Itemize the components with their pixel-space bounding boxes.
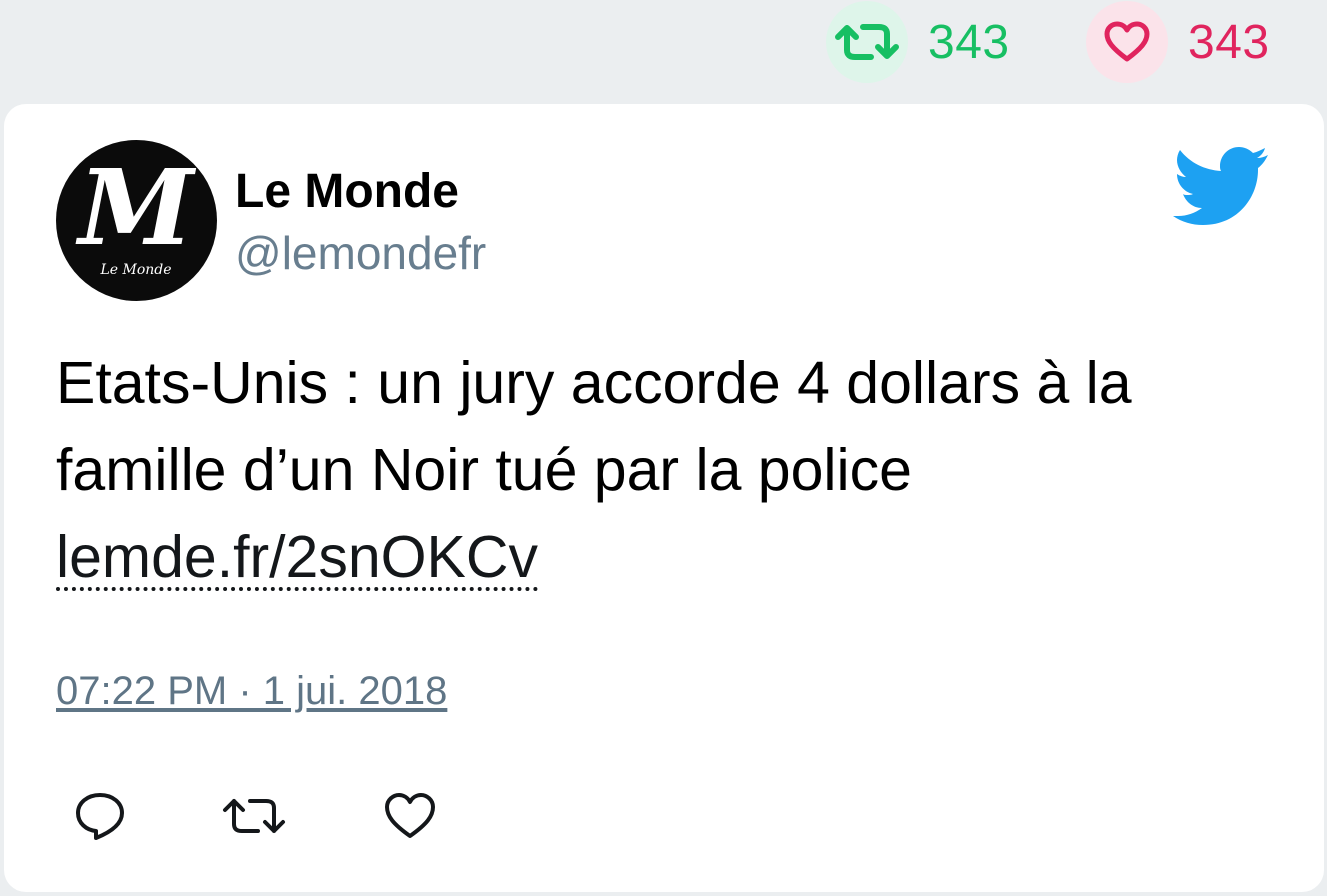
tweet-actions (74, 790, 436, 842)
avatar[interactable]: M Le Monde (56, 140, 217, 301)
author-handle[interactable]: @lemondefr (235, 226, 486, 280)
reply-icon[interactable] (74, 790, 126, 842)
heart-icon[interactable] (1086, 1, 1168, 83)
tweet-card: M Le Monde Le Monde @lemondefr Etats-Uni… (4, 104, 1324, 892)
tweet-link[interactable]: lemde.fr/2snOKCv (56, 527, 538, 591)
tweet-timestamp[interactable]: 07:22 PM · 1 jui. 2018 (56, 669, 447, 714)
svg-text:Le Monde: Le Monde (99, 262, 171, 278)
like-count: 343 (1188, 15, 1270, 69)
tweet-text: Etats-Unis : un jury accorde 4 dollars à… (56, 340, 1296, 601)
like-stat[interactable]: 343 (1086, 0, 1270, 84)
author-name[interactable]: Le Monde (235, 164, 459, 219)
retweet-icon[interactable] (222, 790, 286, 842)
tweet-text-line: Etats-Unis : un jury accorde 4 dollars à… (56, 350, 1132, 416)
twitter-bird-icon[interactable] (1172, 146, 1270, 231)
retweet-count: 343 (928, 15, 1010, 69)
retweet-stat[interactable]: 343 (826, 0, 1010, 84)
svg-text:M: M (75, 146, 196, 269)
retweet-icon[interactable] (826, 1, 908, 83)
tweet-text-line: famille d’un Noir tué par la police (56, 437, 912, 503)
engagement-bar: 343 343 (0, 0, 1327, 100)
like-icon[interactable] (384, 790, 436, 842)
